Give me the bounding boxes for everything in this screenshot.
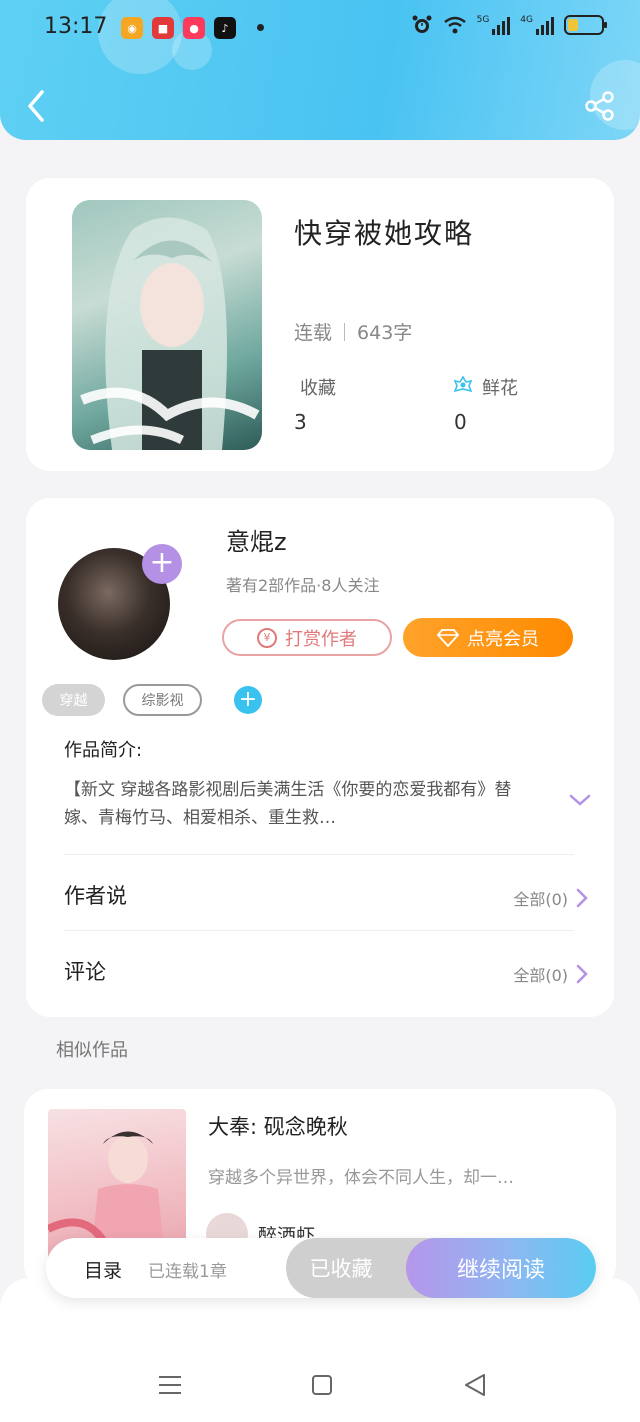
tip-author-button[interactable]: ¥ 打赏作者 xyxy=(222,619,392,656)
signal-4g-icon: 4G xyxy=(520,15,554,35)
author-stats: 著有2部作品·8人关注 xyxy=(226,576,380,595)
flower-label: 鲜花 xyxy=(482,378,518,399)
tiktok-app-icon: ♪ xyxy=(214,17,236,39)
alarm-icon xyxy=(412,15,432,33)
signal-4g-label: 4G xyxy=(520,15,533,25)
author-says-count: 全部(0) xyxy=(513,890,568,909)
battery-fill xyxy=(568,19,578,31)
similar-section-title: 相似作品 xyxy=(56,1040,128,1061)
wifi-icon xyxy=(443,16,466,34)
collect-count: 3 xyxy=(294,410,307,434)
intro-text: 【新文 穿越各路影视剧后美满生活《你要的恋爱我都有》替嫁、青梅竹马、相爱相杀、重… xyxy=(64,780,512,828)
similar-book-title[interactable]: 大奉: 砚念晚秋 xyxy=(208,1111,348,1141)
collected-label: 已收藏 xyxy=(309,1257,373,1281)
shop-app-icon: ● xyxy=(183,17,205,39)
status-time: 13:17 xyxy=(44,14,108,39)
app-header: 13:17 ◉ ■ ● ♪ 5G 4G xyxy=(0,0,640,140)
battery-icon xyxy=(564,15,607,35)
toc-status: 已连载1章 xyxy=(148,1262,227,1282)
flower-icon[interactable] xyxy=(452,374,474,396)
back-triangle-icon[interactable] xyxy=(460,1370,490,1400)
tag-chip[interactable]: 穿越 xyxy=(42,684,105,716)
weibo-app-icon: ◉ xyxy=(121,17,143,39)
signal-5g-icon: 5G xyxy=(477,15,511,35)
comments-count: 全部(0) xyxy=(513,966,568,985)
back-icon[interactable] xyxy=(22,88,52,124)
cover-illustration xyxy=(80,217,260,450)
book-title: 快穿被她攻略 xyxy=(294,217,475,250)
author-name[interactable]: 意焜z xyxy=(226,522,287,557)
chevron-down-icon[interactable] xyxy=(568,792,592,808)
store-app-icon: ■ xyxy=(152,17,174,39)
author-says-link[interactable]: 全部(0) xyxy=(513,886,588,910)
divider xyxy=(64,930,574,931)
yen-icon: ¥ xyxy=(257,627,277,648)
status-icons: 5G 4G xyxy=(411,14,607,36)
comments-label[interactable]: 评论 xyxy=(64,956,106,986)
menu-icon[interactable] xyxy=(155,1370,185,1400)
book-meta: 连载 643字 xyxy=(294,318,412,345)
add-tag-button[interactable]: + xyxy=(234,686,262,714)
comments-link[interactable]: 全部(0) xyxy=(513,962,588,986)
book-cover-image[interactable] xyxy=(72,200,262,450)
divider xyxy=(64,854,574,855)
notification-dot-icon xyxy=(257,24,264,31)
meta-divider xyxy=(344,322,346,341)
book-word-count: 643字 xyxy=(357,322,413,344)
follow-author-button[interactable]: + xyxy=(142,544,182,584)
continue-reading-label: 继续阅读 xyxy=(456,1258,545,1283)
toc-button[interactable]: 目录 xyxy=(84,1256,122,1283)
continue-reading-button[interactable]: 继续阅读 xyxy=(406,1238,596,1298)
tag-chip[interactable]: 综影视 xyxy=(123,684,202,716)
collect-label: 收藏 xyxy=(300,378,336,399)
similar-book-description: 穿越多个异世界，体会不同人生，却一… xyxy=(208,1168,514,1188)
vip-button[interactable]: 点亮会员 xyxy=(403,618,573,657)
chevron-right-icon xyxy=(576,964,588,984)
author-card: + 意焜z 著有2部作品·8人关注 ¥ 打赏作者 点亮会员 穿越 综影视 + 作… xyxy=(26,498,614,1017)
share-icon[interactable] xyxy=(584,90,616,122)
signal-5g-label: 5G xyxy=(476,15,490,25)
status-bar: 13:17 ◉ ■ ● ♪ 5G 4G xyxy=(0,0,640,56)
tip-author-label: 打赏作者 xyxy=(285,628,357,650)
chevron-right-icon xyxy=(576,888,588,908)
intro-label: 作品简介: xyxy=(64,740,143,761)
book-info-card: 快穿被她攻略 连载 643字 收藏 3 鲜花 0 xyxy=(26,178,614,471)
reading-action-bar: 目录 已连载1章 已收藏 继续阅读 xyxy=(46,1238,596,1298)
flower-count: 0 xyxy=(454,410,467,434)
system-nav-bar xyxy=(0,1350,640,1422)
author-says-label[interactable]: 作者说 xyxy=(64,880,127,910)
vip-label: 点亮会员 xyxy=(467,628,539,650)
diamond-icon xyxy=(437,628,459,647)
book-status: 连载 xyxy=(294,322,333,344)
home-icon[interactable] xyxy=(307,1370,337,1400)
